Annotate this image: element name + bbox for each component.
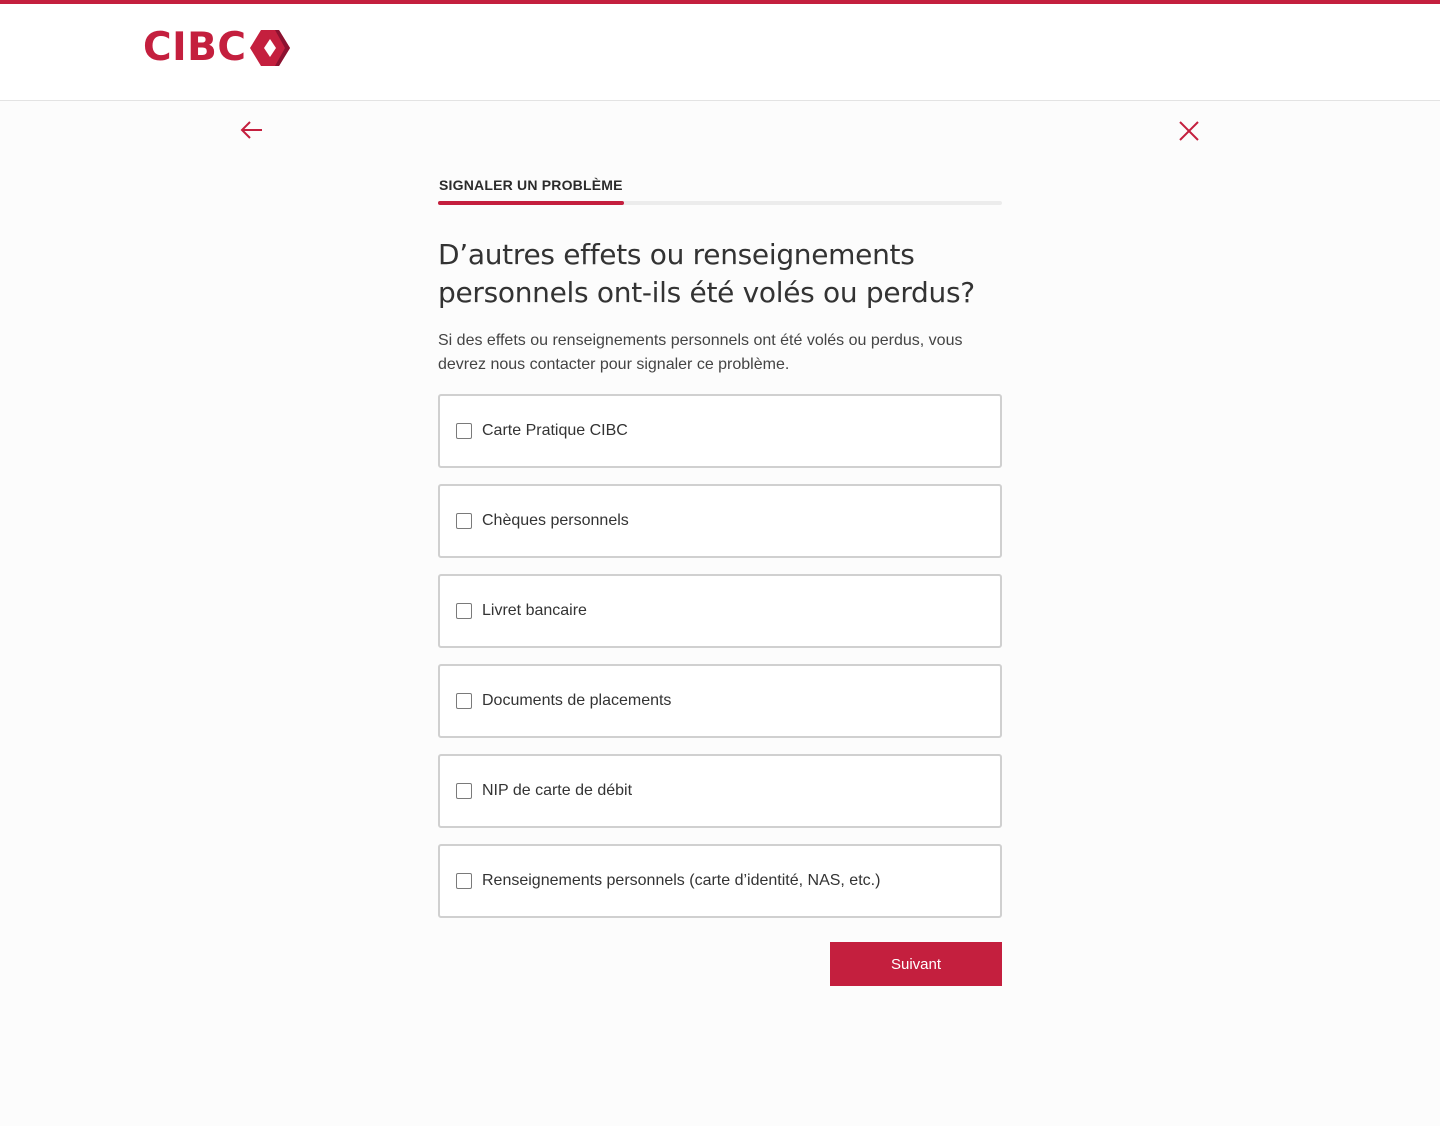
checkbox[interactable]	[456, 423, 472, 439]
option-label: Livret bancaire	[482, 602, 587, 619]
step-label: SIGNALER UN PROBLÈME	[439, 177, 623, 193]
option-documents-placements[interactable]: Documents de placements	[438, 664, 1002, 738]
close-icon	[1179, 121, 1199, 141]
checkbox[interactable]	[456, 873, 472, 889]
option-label: Documents de placements	[482, 692, 672, 709]
next-button[interactable]: Suivant	[830, 942, 1002, 986]
cibc-logo[interactable]: CIBC	[143, 28, 292, 68]
report-problem-form: SIGNALER UN PROBLÈME D’autres effets ou …	[438, 172, 1002, 918]
option-renseignements-personnels[interactable]: Renseignements personnels (carte d’ident…	[438, 844, 1002, 918]
option-nip-carte-debit[interactable]: NIP de carte de débit	[438, 754, 1002, 828]
option-carte-pratique[interactable]: Carte Pratique CIBC	[438, 394, 1002, 468]
checkbox[interactable]	[456, 693, 472, 709]
page-title: D’autres effets ou renseignements person…	[438, 238, 975, 309]
options-list: Carte Pratique CIBC Chèques personnels L…	[438, 394, 1002, 934]
checkbox[interactable]	[456, 603, 472, 619]
arrow-left-icon	[240, 121, 262, 139]
option-label: Carte Pratique CIBC	[482, 422, 628, 439]
helper-text: Si des effets ou renseignements personne…	[438, 332, 963, 373]
logo-wordmark: CIBC	[143, 25, 247, 70]
logo-chevron-icon	[250, 30, 291, 66]
option-livret-bancaire[interactable]: Livret bancaire	[438, 574, 1002, 648]
back-button[interactable]	[238, 118, 266, 142]
progress-bar	[438, 201, 1002, 205]
progress-bar-fill	[438, 201, 625, 205]
close-button[interactable]	[1176, 118, 1202, 144]
option-label: Renseignements personnels (carte d’ident…	[482, 872, 881, 889]
option-label: NIP de carte de débit	[482, 782, 633, 799]
checkbox[interactable]	[456, 783, 472, 799]
option-label: Chèques personnels	[482, 512, 629, 529]
option-cheques-personnels[interactable]: Chèques personnels	[438, 484, 1002, 558]
site-header: CIBC	[0, 4, 1440, 101]
checkbox[interactable]	[456, 513, 472, 529]
